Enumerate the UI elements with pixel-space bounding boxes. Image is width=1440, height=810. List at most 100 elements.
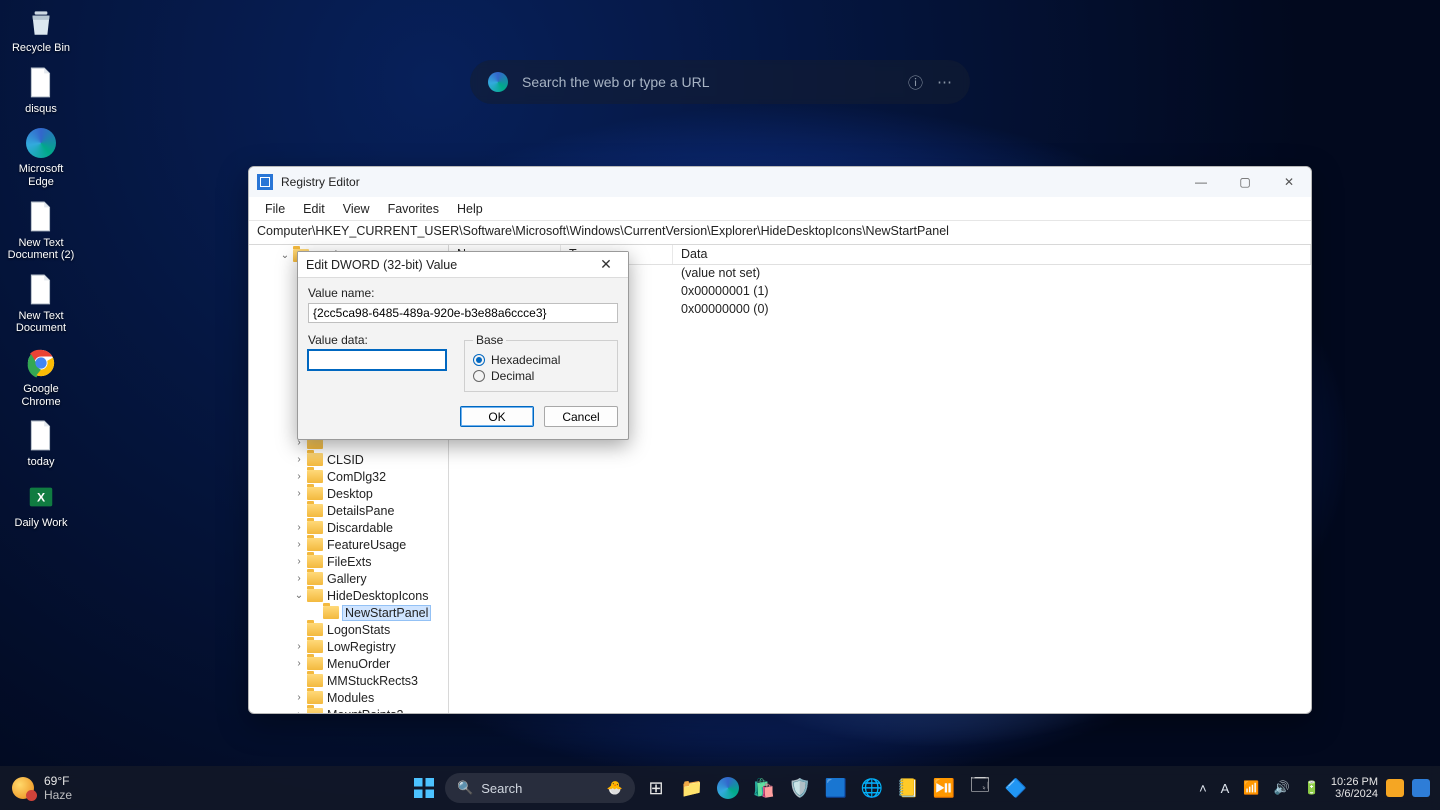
desktop-icon-chrome[interactable]: Google Chrome <box>6 345 76 408</box>
value-name-input[interactable] <box>308 303 618 323</box>
ok-button[interactable]: OK <box>460 406 534 427</box>
taskbar-weather[interactable]: 69°F Haze <box>0 774 72 802</box>
tree-node[interactable]: ›Gallery <box>249 570 448 587</box>
taskbar-center: 🔍 Search 🐣 ⊞ 📁 🛍️ 🛡️ 🟦 🌐 📒 ⏯️ 🗔 🔷 <box>409 773 1031 803</box>
regedit-icon <box>257 174 273 190</box>
menu-edit[interactable]: Edit <box>295 200 333 218</box>
desktop-icon-label: Recycle Bin <box>12 42 70 55</box>
app-icon-2[interactable]: 🗔 <box>965 773 995 803</box>
tree-node[interactable]: ›Modules <box>249 689 448 706</box>
menubar: File Edit View Favorites Help <box>249 197 1311 221</box>
media-player-icon[interactable]: ⏯️ <box>929 773 959 803</box>
desktop-icon-label: Daily Work <box>15 517 68 530</box>
desktop-icon-label: New Text Document (2) <box>6 237 76 262</box>
copilot-icon[interactable] <box>1412 779 1430 797</box>
desktop-icon-new-text[interactable]: New Text Document <box>6 272 76 335</box>
radio-icon <box>473 370 485 382</box>
notification-badge[interactable] <box>1386 779 1404 797</box>
cancel-button[interactable]: Cancel <box>544 406 618 427</box>
address-bar[interactable]: Computer\HKEY_CURRENT_USER\Software\Micr… <box>249 221 1311 245</box>
desktop-icon-label: New Text Document <box>6 310 76 335</box>
close-button[interactable]: ✕ <box>1267 167 1311 197</box>
task-view-icon[interactable]: ⊞ <box>641 773 671 803</box>
notepad-icon[interactable]: 📒 <box>893 773 923 803</box>
desktop-icon-disqus[interactable]: disqus <box>6 65 76 116</box>
more-icon[interactable]: ⋯ <box>937 73 952 91</box>
edge-taskbar-icon[interactable] <box>713 773 743 803</box>
tree-node[interactable]: ›ComDlg32 <box>249 468 448 485</box>
tree-node[interactable]: ⌄HideDesktopIcons <box>249 587 448 604</box>
tree-node[interactable]: DetailsPane <box>249 502 448 519</box>
desktop-icons: Recycle Bin disqus Microsoft Edge New Te… <box>6 4 90 540</box>
dialog-title: Edit DWORD (32-bit) Value <box>306 258 457 272</box>
tree-node[interactable]: MMStuckRects3 <box>249 672 448 689</box>
base-fieldset: Base Hexadecimal Decimal <box>464 333 618 392</box>
base-label: Base <box>473 333 506 347</box>
titlebar[interactable]: Registry Editor — ▢ ✕ <box>249 167 1311 197</box>
taskbar: 69°F Haze 🔍 Search 🐣 ⊞ 📁 🛍️ 🛡️ 🟦 🌐 📒 ⏯️ … <box>0 766 1440 810</box>
desktop-icon-recycle-bin[interactable]: Recycle Bin <box>6 4 76 55</box>
radio-icon <box>473 354 485 366</box>
menu-view[interactable]: View <box>335 200 378 218</box>
radio-hex[interactable]: Hexadecimal <box>473 353 609 367</box>
tree-node[interactable]: ›MountPoints2 <box>249 706 448 713</box>
desktop-icon-label: today <box>28 456 55 469</box>
tree-node[interactable]: ›Discardable <box>249 519 448 536</box>
desktop-icon-today[interactable]: today <box>6 418 76 469</box>
tree-node[interactable]: NewStartPanel <box>249 604 448 621</box>
menu-favorites[interactable]: Favorites <box>380 200 447 218</box>
desktop-icon-label: Google Chrome <box>6 383 76 408</box>
menu-help[interactable]: Help <box>449 200 491 218</box>
store-icon[interactable]: 🛍️ <box>749 773 779 803</box>
close-icon[interactable]: ✕ <box>592 256 620 273</box>
edge-search-placeholder: Search the web or type a URL <box>522 74 894 90</box>
volume-icon[interactable]: 🔊 <box>1271 780 1293 796</box>
maximize-button[interactable]: ▢ <box>1223 167 1267 197</box>
desktop-icon-edge[interactable]: Microsoft Edge <box>6 125 76 188</box>
tree-node[interactable]: LogonStats <box>249 621 448 638</box>
desktop-icon-new-text-2[interactable]: New Text Document (2) <box>6 199 76 262</box>
value-data-input[interactable] <box>308 350 446 370</box>
col-data[interactable]: Data <box>673 245 1311 264</box>
edge-icon <box>23 125 59 161</box>
window-title: Registry Editor <box>281 175 360 189</box>
file-explorer-icon[interactable]: 📁 <box>677 773 707 803</box>
radio-dec[interactable]: Decimal <box>473 369 609 383</box>
recycle-bin-icon <box>23 4 59 40</box>
regedit-window: Registry Editor — ▢ ✕ File Edit View Fav… <box>248 166 1312 714</box>
desktop-icon-label: Microsoft Edge <box>6 163 76 188</box>
chrome-taskbar-icon[interactable]: 🌐 <box>857 773 887 803</box>
tree-node[interactable]: ›FeatureUsage <box>249 536 448 553</box>
weather-temp: 69°F <box>44 774 72 788</box>
taskbar-search[interactable]: 🔍 Search 🐣 <box>445 773 635 803</box>
tree-node[interactable]: ›CLSID <box>249 451 448 468</box>
tree-node[interactable]: ›MenuOrder <box>249 655 448 672</box>
battery-icon[interactable]: 🔋 <box>1301 780 1323 796</box>
app-icon[interactable]: 🟦 <box>821 773 851 803</box>
weather-cond: Haze <box>44 788 72 802</box>
app-icon-3[interactable]: 🔷 <box>1001 773 1031 803</box>
taskbar-clock[interactable]: 10:26 PM 3/6/2024 <box>1331 776 1378 800</box>
search-decor-icon: 🐣 <box>607 780 623 796</box>
chevron-up-icon[interactable]: ˄ <box>1196 781 1210 796</box>
dialog-titlebar[interactable]: Edit DWORD (32-bit) Value ✕ <box>298 252 628 278</box>
text-file-icon <box>23 65 59 101</box>
tree-node[interactable]: ›FileExts <box>249 553 448 570</box>
start-button[interactable] <box>409 773 439 803</box>
edit-dword-dialog: Edit DWORD (32-bit) Value ✕ Value name: … <box>297 251 629 440</box>
text-file-icon <box>23 199 59 235</box>
wifi-icon[interactable]: 📶 <box>1240 780 1262 796</box>
tree-node[interactable]: ›LowRegistry <box>249 638 448 655</box>
help-icon[interactable]: ⓘ <box>908 72 923 93</box>
text-file-icon <box>23 418 59 454</box>
excel-icon: X <box>23 479 59 515</box>
minimize-button[interactable]: — <box>1179 167 1223 197</box>
security-icon[interactable]: 🛡️ <box>785 773 815 803</box>
desktop-icon-label: disqus <box>25 103 57 116</box>
edge-search-widget[interactable]: Search the web or type a URL ⓘ ⋯ <box>470 60 970 104</box>
tree-node[interactable]: ›Desktop <box>249 485 448 502</box>
desktop-icon-daily-work[interactable]: X Daily Work <box>6 479 76 530</box>
menu-file[interactable]: File <box>257 200 293 218</box>
weather-icon <box>12 777 34 799</box>
language-icon[interactable]: A <box>1218 781 1233 796</box>
